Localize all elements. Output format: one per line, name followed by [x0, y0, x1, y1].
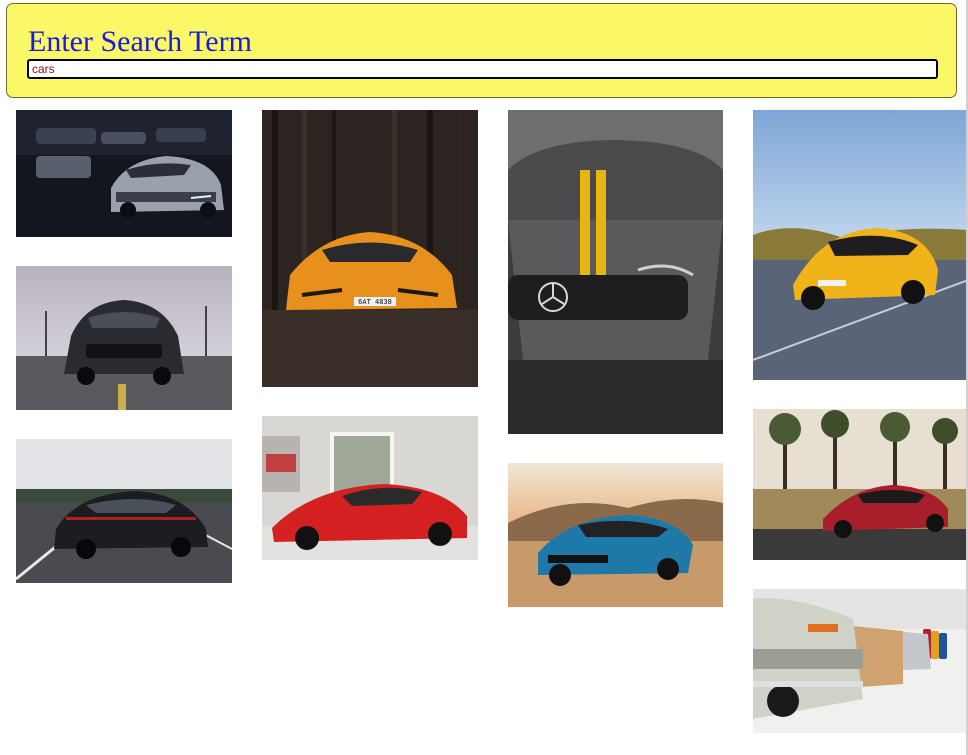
panamera-photo [16, 439, 232, 583]
red-amg-photo [753, 409, 968, 560]
result-image-10[interactable] [753, 589, 968, 733]
mustang-photo [16, 266, 232, 410]
result-image-1[interactable] [16, 110, 232, 237]
search-input[interactable] [27, 59, 938, 79]
search-panel: Enter Search Term [6, 3, 957, 98]
result-image-3[interactable] [16, 439, 232, 583]
blue-camaro-photo [508, 463, 723, 607]
result-image-6[interactable] [508, 110, 723, 434]
laferrari-photo [262, 416, 478, 560]
result-image-2[interactable] [16, 266, 232, 410]
bmw-lineup-photo [753, 589, 968, 733]
result-image-5[interactable] [262, 416, 478, 560]
result-image-7[interactable] [508, 463, 723, 607]
result-image-9[interactable] [753, 409, 968, 560]
result-image-8[interactable] [753, 110, 968, 380]
lamborghini-photo: 6AT 4838 [262, 110, 478, 387]
search-heading: Enter Search Term [28, 25, 252, 58]
camaro-garage-photo [16, 110, 232, 237]
license-plate: 6AT 4838 [358, 298, 392, 306]
result-image-4[interactable]: 6AT 4838 [262, 110, 478, 387]
mercedes-amg-photo [508, 110, 723, 434]
yellow-amg-photo [753, 110, 968, 380]
